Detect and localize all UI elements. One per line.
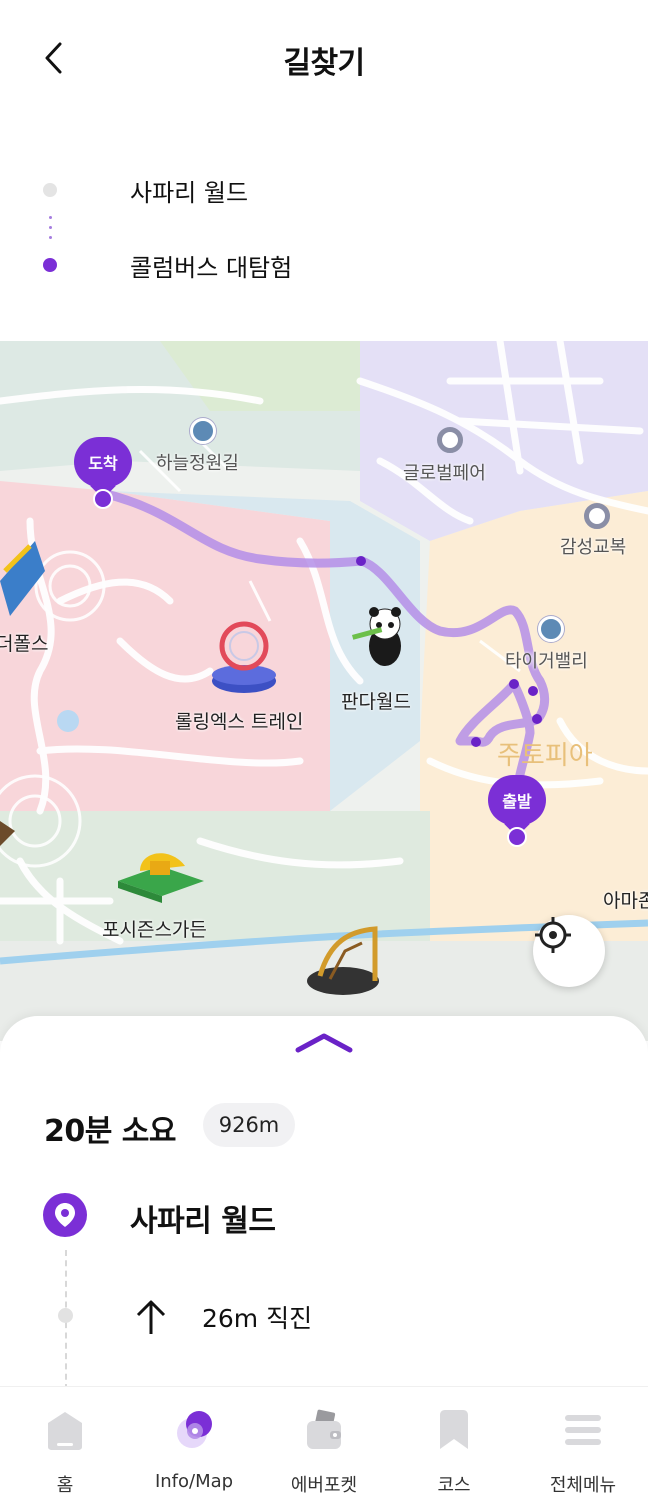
tab-home[interactable]: 홈 (0, 1387, 130, 1501)
wallet-icon (307, 1409, 341, 1449)
home-icon (48, 1412, 82, 1450)
tab-everpocket-label: 에버포켓 (290, 1475, 358, 1496)
map-info-icon (177, 1411, 212, 1448)
start-point-label: 사파리 월드 (130, 1204, 276, 1239)
tab-course-label: 코스 (437, 1475, 471, 1496)
my-location-button[interactable] (533, 915, 605, 987)
header: 길찾기 (0, 0, 648, 118)
map-label-zootopia[interactable]: 주토피아 (497, 735, 593, 772)
arrow-up-icon (136, 1300, 166, 1334)
route-selector: 사파리 월드 콜럼버스 대탐험 (0, 160, 648, 300)
origin-dot (43, 183, 57, 197)
tab-all-menu-label: 전체메뉴 (549, 1475, 617, 1496)
map-label-dupols[interactable]: 더폴스 (0, 629, 48, 656)
ferris-wheel-icon[interactable] (190, 418, 216, 444)
tab-everpocket[interactable]: 에버포켓 (259, 1387, 389, 1501)
route-detail-sheet: 20분 소요 926m 사파리 월드 26m 직진 (0, 1016, 648, 1416)
arrival-pin[interactable]: 도착 (74, 437, 132, 509)
route-distance-badge: 926m (203, 1103, 295, 1147)
map-label-four-seasons[interactable]: 포시즌스가든 (102, 915, 207, 942)
chevron-up-icon (295, 1033, 353, 1053)
map-label-tiger-valley[interactable]: 타이거밸리 (505, 647, 588, 673)
ferris-wheel-icon[interactable] (538, 616, 564, 642)
crosshair-icon (535, 917, 571, 953)
map-label-global-fair[interactable]: 글로벌페어 (403, 459, 486, 485)
location-target-icon[interactable] (584, 503, 610, 529)
route-to-field[interactable]: 콜럼버스 대탐험 (0, 240, 648, 290)
route-duration: 20분 소요 (44, 1114, 177, 1149)
route-from-field[interactable]: 사파리 월드 (0, 165, 648, 215)
bookmark-icon (440, 1410, 468, 1449)
departure-pin[interactable]: 출발 (488, 775, 546, 847)
tab-info-map[interactable]: Info/Map (129, 1387, 259, 1501)
location-target-icon[interactable] (437, 427, 463, 453)
menu-icon (565, 1415, 601, 1445)
map-label-gamseong[interactable]: 감성교복 (560, 533, 626, 559)
tab-all-menu[interactable]: 전체메뉴 (518, 1387, 648, 1501)
park-map[interactable]: 하늘정원길 글로벌페어 감성교복 타이거밸리 더폴스 롤링엑스 트레인 판다월드… (0, 341, 648, 1041)
map-label-haneul[interactable]: 하늘정원길 (156, 449, 239, 475)
map-label-panda-world[interactable]: 판다월드 (341, 687, 411, 714)
map-label-amazon[interactable]: 아마존 (603, 886, 648, 913)
location-pin-icon (43, 1193, 87, 1237)
arrival-pin-label: 도착 (74, 437, 132, 487)
step-dot (58, 1308, 73, 1323)
destination-dot (43, 258, 57, 272)
page-title: 길찾기 (283, 46, 365, 81)
tab-home-label: 홈 (56, 1475, 74, 1496)
tab-info-map-label: Info/Map (154, 1471, 234, 1492)
map-label-rolling-x[interactable]: 롤링엑스 트레인 (175, 707, 303, 734)
step-instruction: 26m 직진 (202, 1304, 313, 1333)
tab-course[interactable]: 코스 (389, 1387, 519, 1501)
departure-pin-label: 출발 (488, 775, 546, 825)
sheet-expand-handle[interactable] (294, 1030, 354, 1054)
route-to-label: 콜럼버스 대탐험 (130, 253, 293, 282)
bottom-tab-bar: 홈 Info/Map 에버포켓 코스 전체메뉴 (0, 1386, 648, 1501)
route-from-label: 사파리 월드 (130, 178, 249, 207)
